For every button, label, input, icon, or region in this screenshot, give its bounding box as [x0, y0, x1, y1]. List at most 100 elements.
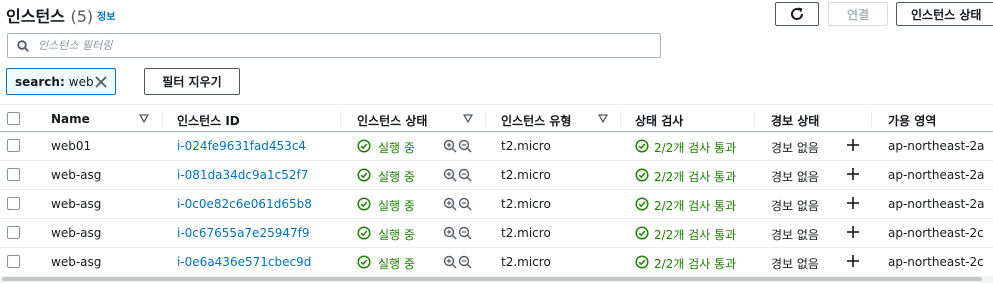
column-header-alarm-status[interactable]: 경보 상태	[771, 112, 819, 129]
instance-type: t2.micro	[501, 139, 551, 153]
zoom-out-icon[interactable]	[458, 197, 472, 211]
zoom-out-icon[interactable]	[458, 255, 472, 269]
instance-type: t2.micro	[501, 168, 551, 182]
zoom-in-icon[interactable]	[443, 197, 457, 211]
zoom-in-icon[interactable]	[443, 168, 457, 182]
status-check: 2/2개 검사 통과	[654, 170, 737, 184]
check-circle-icon	[357, 255, 371, 269]
row-checkbox[interactable]	[7, 197, 20, 210]
check-circle-icon	[357, 168, 371, 182]
instance-type: t2.micro	[501, 255, 551, 269]
instance-name: web-asg	[51, 226, 102, 240]
column-divider[interactable]	[485, 111, 486, 127]
instance-state: 실행 중	[378, 257, 415, 271]
instance-filter-search[interactable]	[7, 33, 661, 58]
alarm-status: 경보 없음	[771, 170, 819, 184]
row-checkbox[interactable]	[7, 168, 20, 181]
availability-zone: ap-northeast-2a	[888, 197, 985, 211]
refresh-button[interactable]	[775, 2, 819, 26]
column-divider[interactable]	[162, 111, 163, 127]
scrollbar-thumb[interactable]	[2, 277, 982, 281]
instance-id-link[interactable]: i-0c0e82c6e061d65b8	[177, 197, 312, 211]
sort-down-icon[interactable]	[463, 114, 473, 123]
instance-state: 실행 중	[378, 228, 415, 242]
column-header-name[interactable]: Name	[51, 112, 90, 126]
instance-count: (5)	[70, 7, 94, 26]
instance-name: web-asg	[51, 197, 102, 211]
check-circle-icon	[357, 226, 371, 240]
column-header-instance-state[interactable]: 인스턴스 상태	[357, 112, 427, 129]
column-divider[interactable]	[340, 111, 341, 127]
column-header-availability-zone[interactable]: 가용 영역	[888, 112, 936, 129]
sort-down-icon[interactable]	[598, 114, 608, 123]
plus-icon[interactable]	[846, 167, 860, 181]
status-check: 2/2개 검사 통과	[654, 141, 737, 155]
instance-id-link[interactable]: i-0e6a436e571cbec9d	[177, 255, 311, 269]
instance-id-link[interactable]: i-024fe9631fad453c4	[177, 139, 306, 153]
connect-button[interactable]: 연결	[828, 2, 888, 26]
close-icon[interactable]	[94, 75, 108, 89]
zoom-in-icon[interactable]	[443, 255, 457, 269]
instance-type: t2.micro	[501, 197, 551, 211]
instance-name: web01	[51, 139, 92, 153]
row-checkbox[interactable]	[7, 139, 20, 152]
refresh-icon	[791, 7, 804, 20]
column-divider[interactable]	[620, 111, 621, 127]
plus-icon[interactable]	[846, 138, 860, 152]
sort-down-icon[interactable]	[139, 114, 149, 123]
search-icon	[17, 40, 29, 52]
table-header: Name 인스턴스 ID 인스턴스 상태 인스턴스 유형 상태 검사 경보 상태…	[0, 104, 993, 132]
instance-state-button[interactable]: 인스턴스 상태	[896, 2, 993, 26]
zoom-in-icon[interactable]	[443, 226, 457, 240]
info-link[interactable]: 정보	[97, 8, 115, 23]
column-header-instance-id[interactable]: 인스턴스 ID	[177, 112, 240, 129]
instance-type: t2.micro	[501, 226, 551, 240]
plus-icon[interactable]	[846, 225, 860, 239]
availability-zone: ap-northeast-2c	[888, 226, 984, 240]
table-row[interactable]: web-asg i-081da34dc9a1c52f7 실행 중 t2.micr…	[0, 161, 993, 190]
zoom-out-icon[interactable]	[458, 226, 472, 240]
alarm-status: 경보 없음	[771, 199, 819, 213]
row-checkbox[interactable]	[7, 226, 20, 239]
check-circle-icon	[635, 255, 649, 269]
horizontal-scrollbar[interactable]	[0, 276, 993, 283]
check-circle-icon	[635, 168, 649, 182]
column-header-instance-type[interactable]: 인스턴스 유형	[501, 112, 571, 129]
filter-token-value: web	[68, 74, 94, 89]
column-divider[interactable]	[871, 111, 872, 127]
instance-id-link[interactable]: i-0c67655a7e25947f9	[177, 226, 309, 240]
plus-icon[interactable]	[846, 254, 860, 268]
instance-id-link[interactable]: i-081da34dc9a1c52f7	[177, 168, 308, 182]
check-circle-icon	[357, 197, 371, 211]
page-title: 인스턴스 (5)	[6, 3, 93, 27]
instance-name: web-asg	[51, 168, 102, 182]
zoom-in-icon[interactable]	[443, 139, 457, 153]
instance-state: 실행 중	[378, 141, 415, 155]
page-title-text: 인스턴스	[6, 7, 65, 26]
column-divider[interactable]	[754, 111, 755, 127]
check-circle-icon	[635, 226, 649, 240]
select-all-checkbox[interactable]	[7, 112, 20, 125]
availability-zone: ap-northeast-2a	[888, 139, 985, 153]
availability-zone: ap-northeast-2c	[888, 255, 984, 269]
table-row[interactable]: web01 i-024fe9631fad453c4 실행 중 t2.micro …	[0, 132, 993, 161]
alarm-status: 경보 없음	[771, 141, 819, 155]
column-header-status-check[interactable]: 상태 검사	[635, 112, 683, 129]
table-row[interactable]: web-asg i-0c67655a7e25947f9 실행 중 t2.micr…	[0, 219, 993, 248]
instance-state: 실행 중	[378, 170, 415, 184]
status-check: 2/2개 검사 통과	[654, 257, 737, 271]
check-circle-icon	[357, 139, 371, 153]
check-circle-icon	[635, 139, 649, 153]
status-check: 2/2개 검사 통과	[654, 199, 737, 213]
zoom-out-icon[interactable]	[458, 168, 472, 182]
check-circle-icon	[635, 197, 649, 211]
instance-state: 실행 중	[378, 199, 415, 213]
row-checkbox[interactable]	[7, 255, 20, 268]
search-input[interactable]	[38, 34, 638, 57]
table-row[interactable]: web-asg i-0c0e82c6e061d65b8 실행 중 t2.micr…	[0, 190, 993, 219]
page-header: 인스턴스 (5) 정보 연결 인스턴스 상태	[0, 0, 993, 30]
plus-icon[interactable]	[846, 196, 860, 210]
table-row[interactable]: web-asg i-0e6a436e571cbec9d 실행 중 t2.micr…	[0, 248, 993, 277]
clear-filters-button[interactable]: 필터 지우기	[144, 68, 240, 95]
zoom-out-icon[interactable]	[458, 139, 472, 153]
